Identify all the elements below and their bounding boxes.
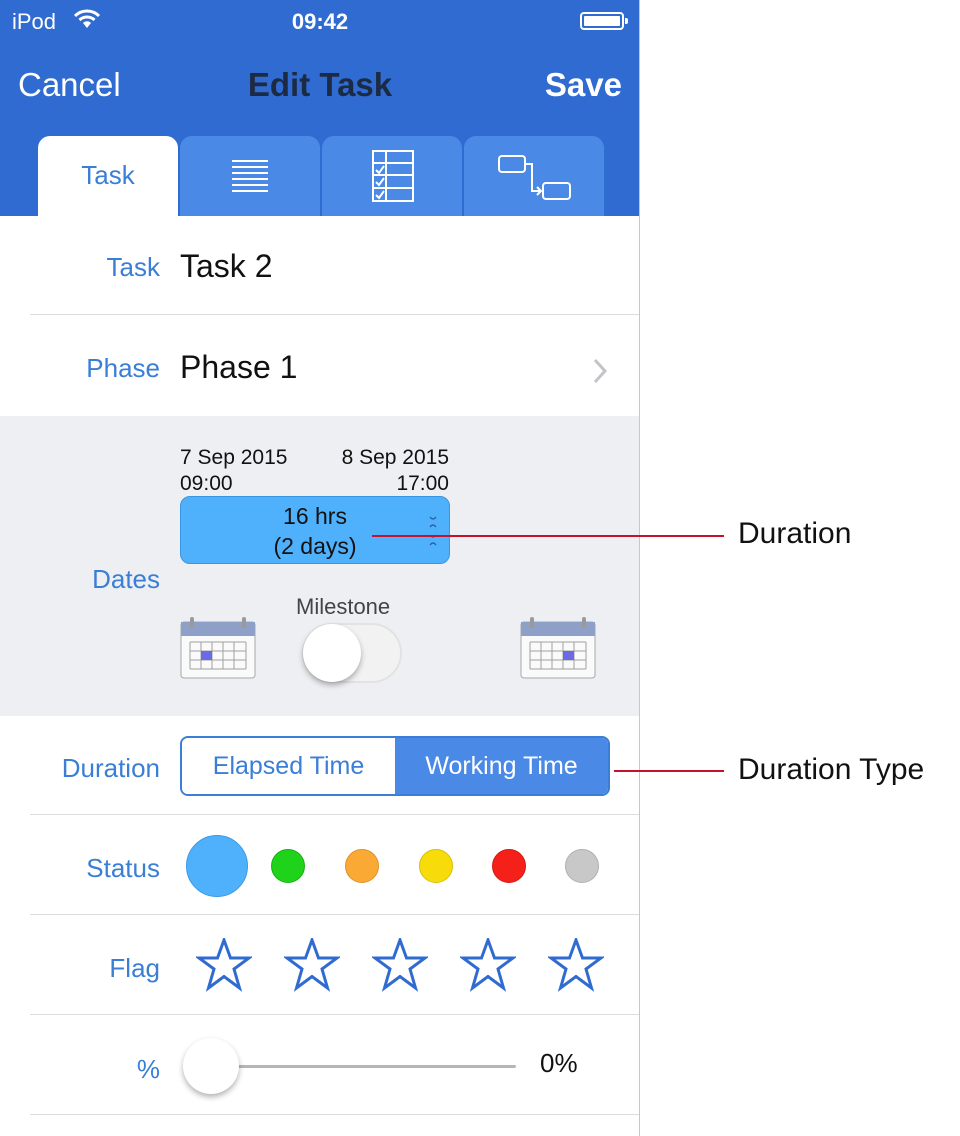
toggle-knob [303, 624, 361, 682]
divider [30, 914, 639, 915]
flag-star-icon[interactable] [548, 938, 604, 992]
duration-days: (2 days) [273, 533, 357, 559]
start-time: 09:00 [180, 472, 233, 495]
flag-star-icon[interactable] [372, 938, 428, 992]
checklist-icon [372, 150, 414, 202]
phase-label: Phase [86, 353, 160, 383]
percent-slider-track[interactable] [210, 1065, 516, 1068]
duration-type-callout-line [614, 770, 724, 772]
tab-notes[interactable] [180, 136, 320, 216]
flag-star-icon[interactable] [284, 938, 340, 992]
save-button[interactable]: Save [545, 66, 622, 104]
status-green-button[interactable] [271, 849, 305, 883]
status-label: Status [86, 853, 160, 883]
tab-task[interactable]: Task [38, 136, 178, 216]
phase-value[interactable]: Phase 1 [180, 349, 297, 386]
chevron-right-icon[interactable] [592, 358, 608, 384]
duration-type-control: Elapsed Time Working Time [180, 736, 610, 796]
divider [30, 1014, 639, 1015]
status-blue-button[interactable] [186, 835, 248, 897]
flag-star-icon[interactable] [196, 938, 252, 992]
header-bar: iPod 09:42 Cancel Edit Task Save Task [0, 0, 639, 216]
task-label: Task [106, 252, 160, 282]
end-calendar-icon[interactable] [520, 616, 596, 680]
status-grey-button[interactable] [565, 849, 599, 883]
status-time: 09:42 [291, 9, 349, 34]
stepper-arrows-icon [429, 516, 437, 546]
tab-dependencies[interactable] [464, 136, 604, 216]
flag-star-icon[interactable] [460, 938, 516, 992]
duration-callout-label: Duration [738, 517, 852, 550]
end-time: 17:00 [396, 472, 449, 495]
status-orange-button[interactable] [345, 849, 379, 883]
notes-lines-icon [232, 160, 268, 192]
divider [30, 314, 639, 315]
end-date: 8 Sep 2015 [341, 446, 449, 469]
start-calendar-icon[interactable] [180, 616, 256, 680]
divider [30, 814, 639, 815]
task-name-field[interactable]: Task 2 [180, 248, 272, 285]
duration-type-callout-label: Duration Type [738, 753, 925, 786]
percent-slider-knob[interactable] [183, 1038, 239, 1094]
elapsed-time-segment[interactable]: Elapsed Time [182, 738, 395, 794]
tab-task-label: Task [81, 160, 135, 190]
duration-hours: 16 hrs [283, 503, 347, 529]
dependency-link-icon [498, 155, 571, 200]
status-red-button[interactable] [492, 849, 526, 883]
tab-checklist[interactable] [322, 136, 462, 216]
phone-screen: iPod 09:42 Cancel Edit Task Save Task Ta… [0, 0, 640, 1136]
percent-label: % [136, 1054, 160, 1084]
status-yellow-button[interactable] [419, 849, 453, 883]
status-bar: iPod 09:42 [0, 0, 639, 40]
dates-label: Dates [92, 564, 160, 594]
duration-callout-line [372, 535, 724, 537]
battery-icon [580, 12, 628, 30]
percent-value: 0% [540, 1048, 578, 1078]
divider [30, 1114, 639, 1115]
flag-label: Flag [109, 953, 160, 983]
working-time-segment[interactable]: Working Time [395, 738, 608, 794]
duration-type-label: Duration [61, 753, 160, 783]
duration-picker[interactable]: 16 hrs (2 days) [180, 496, 450, 564]
start-date: 7 Sep 2015 [180, 446, 288, 469]
milestone-label: Milestone [296, 594, 391, 619]
milestone-toggle[interactable] [302, 623, 402, 683]
